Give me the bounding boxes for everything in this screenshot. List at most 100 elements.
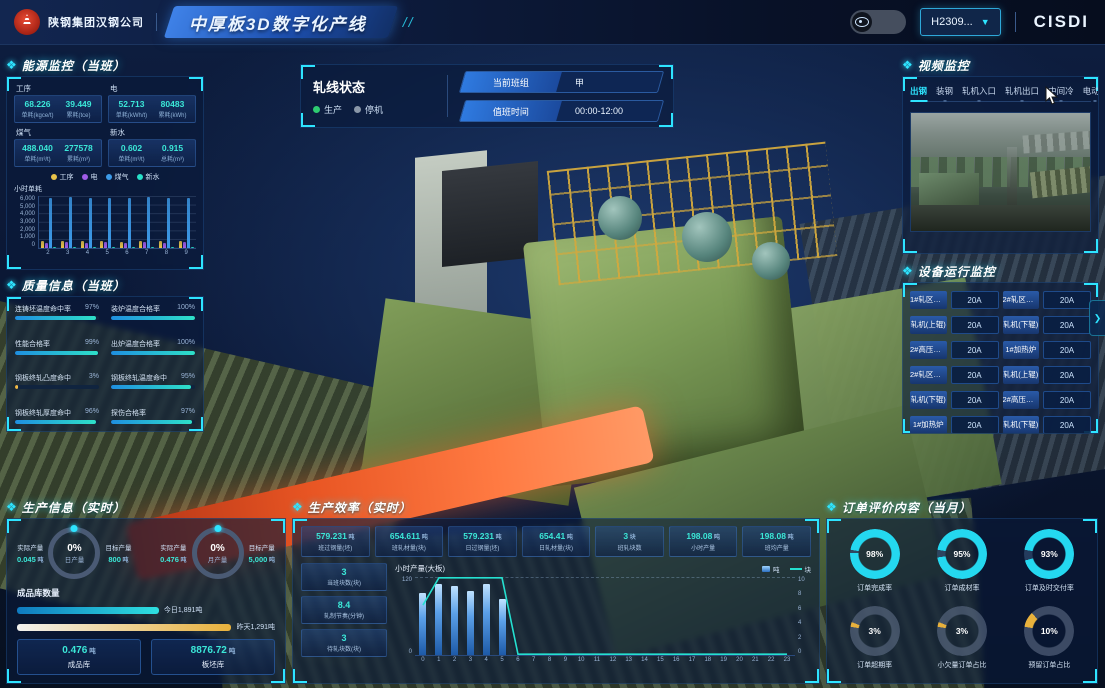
status-legend-item: 停机 xyxy=(354,103,383,116)
equipment-name[interactable]: 2#高压除… xyxy=(1003,391,1040,409)
bar xyxy=(73,247,76,248)
panel-quality-info: ❖ 质量信息（当班） 连铸坯温度命中率97%装炉温度合格率100%性能合格率99… xyxy=(6,276,204,432)
bar xyxy=(187,198,190,248)
legend-label: 新水 xyxy=(146,172,160,182)
equipment-name[interactable]: 1#轧区辅… xyxy=(910,291,947,309)
quality-metric: 探伤合格率97% xyxy=(111,408,195,424)
gauge-actual-value: 0.045 吨 xyxy=(17,555,43,564)
axis-tick: 5,000 xyxy=(14,204,35,210)
dropdown-value: H2309... xyxy=(931,16,973,28)
axis-tick: 3 xyxy=(66,250,69,256)
camera-tab-2[interactable]: 装钢 xyxy=(936,85,953,97)
gauge-actual-label: 实际产量 xyxy=(17,542,43,552)
axis-tick: 2,000 xyxy=(14,227,35,233)
panel-title: 订单评价内容（当月） xyxy=(842,499,972,516)
energy-stat-value: 277578 xyxy=(58,143,99,153)
equipment-name[interactable]: 轧机(下辊) xyxy=(910,391,947,409)
bar xyxy=(108,198,111,248)
panel-title-icon: ❖ xyxy=(6,279,17,291)
axis-tick: 19 xyxy=(716,657,732,663)
legend-dot xyxy=(106,174,112,180)
equipment-name[interactable]: 2#轧区辅… xyxy=(1003,291,1040,309)
energy-stat-label: 累耗(m³) xyxy=(58,154,99,163)
efficiency-card-unit: 吨 xyxy=(712,535,720,541)
efficiency-side-label: 待轧块数(块) xyxy=(304,644,384,653)
efficiency-side-card: 3当班块数(块) xyxy=(301,563,387,591)
bar xyxy=(53,247,56,248)
camera-tab-6[interactable]: 电动热 xyxy=(1083,85,1099,97)
axis-tick: 1,000 xyxy=(14,234,35,240)
line-status-title: 轧线状态 xyxy=(313,77,433,96)
decor-slashes: // xyxy=(403,14,415,30)
axis-tick: 23 xyxy=(779,657,795,663)
panel-production-efficiency: ❖ 生产效率（实时） 579.231 吨班过钢量(坯)654.611 吨班轧材量… xyxy=(292,498,820,684)
equipment-name[interactable]: 轧机(上辊) xyxy=(910,316,947,334)
bar xyxy=(104,242,107,248)
efficiency-card: 198.08 吨班均产量 xyxy=(742,526,811,557)
axis-tick: 2 xyxy=(798,635,811,641)
equipment-name[interactable]: 1#加热炉 xyxy=(910,416,947,434)
gauge-actual-unit: 吨 xyxy=(36,558,44,564)
equipment-name[interactable]: 1#加热炉 xyxy=(1003,341,1040,359)
efficiency-card-unit: 块 xyxy=(628,535,636,541)
axis-tick: 0 xyxy=(415,657,431,663)
legend-dot xyxy=(51,174,57,180)
order-donut: 3% xyxy=(937,606,987,656)
order-donut: 98% xyxy=(850,529,900,579)
camera-feed[interactable] xyxy=(910,112,1091,232)
camera-tab-3[interactable]: 轧机入口 xyxy=(962,85,996,97)
quality-metric: 连铸坯温度命中率97% xyxy=(15,304,99,320)
order-donut-value: 93% xyxy=(1024,529,1074,579)
efficiency-stat-cards: 579.231 吨班过钢量(坯)654.611 吨班轧材量(块)579.231 … xyxy=(301,526,811,557)
energy-stat-name: 新水 xyxy=(110,127,196,138)
equipment-name[interactable]: 轧机(下辊) xyxy=(1003,316,1040,334)
visibility-toggle[interactable] xyxy=(850,10,906,34)
axis-tick: 6 xyxy=(125,250,128,256)
energy-stat-label: 单耗(m³/t) xyxy=(111,154,152,163)
efficiency-card-label: 班轧材量(块) xyxy=(377,543,442,552)
energy-stat-value: 0.915 xyxy=(152,143,193,153)
axis-tick: 1 xyxy=(431,657,447,663)
camera-tab-1[interactable]: 出钢 xyxy=(910,85,927,97)
efficiency-card-value: 3 块 xyxy=(597,531,662,541)
panel-collapse-handle[interactable]: ❯ xyxy=(1089,300,1105,336)
panel-title-icon: ❖ xyxy=(6,501,17,513)
axis-tick: 17 xyxy=(684,657,700,663)
equipment-name[interactable]: 2#轧区辅… xyxy=(910,366,947,384)
gauge-target-unit: 吨 xyxy=(121,558,129,564)
energy-stat-label: 单耗(kWh/t) xyxy=(111,110,152,119)
axis-tick: 6,000 xyxy=(14,196,35,202)
equipment-name[interactable]: 轧机(上辊) xyxy=(1003,366,1040,384)
legend-dot xyxy=(82,174,88,180)
legend-item: 电 xyxy=(82,172,98,182)
progress-track xyxy=(15,316,99,320)
bar-group xyxy=(81,196,96,248)
efficiency-card-value: 654.41 吨 xyxy=(524,531,589,541)
order-metric: 3%小欠量订单占比 xyxy=(937,606,987,673)
line-select-dropdown[interactable]: H2309... ▼ xyxy=(920,8,1001,36)
order-donut: 93% xyxy=(1024,529,1074,579)
axis-tick: 3 xyxy=(462,657,478,663)
energy-stat-cell: 68.226单耗(kgce/t) xyxy=(17,99,58,119)
energy-stat-cell: 0.602单耗(m³/t) xyxy=(111,143,152,163)
energy-stat-cell: 277578累耗(m³) xyxy=(58,143,99,163)
order-metric-label: 订单完成率 xyxy=(850,583,900,593)
equipment-name[interactable]: 轧机(下辊) xyxy=(1003,416,1040,434)
bar xyxy=(163,243,166,248)
axis-tick: 5 xyxy=(105,250,108,256)
camera-tab-4[interactable]: 轧机出口 xyxy=(1005,85,1039,97)
quality-metric: 出炉温度合格率100% xyxy=(111,339,195,355)
shift-badge-value: 00:00-12:00 xyxy=(556,101,663,121)
gauge-actual-unit: 吨 xyxy=(179,558,187,564)
camera-tab-5[interactable]: 中间冷 xyxy=(1048,85,1074,97)
energy-stat-cell: 52.713单耗(kWh/t) xyxy=(111,99,152,119)
legend-line-swatch xyxy=(790,568,802,570)
equipment-name[interactable]: 2#高压除… xyxy=(910,341,947,359)
quality-metric-head: 探伤合格率97% xyxy=(111,408,195,418)
energy-stat-name: 工序 xyxy=(16,83,102,94)
bar xyxy=(85,243,88,248)
axis-tick: 4 xyxy=(798,620,811,626)
axis-tick: 120 xyxy=(395,577,412,583)
order-metric-label: 订单超期率 xyxy=(850,660,900,670)
warehouse-box: 8876.72吨板坯库 xyxy=(151,639,275,675)
